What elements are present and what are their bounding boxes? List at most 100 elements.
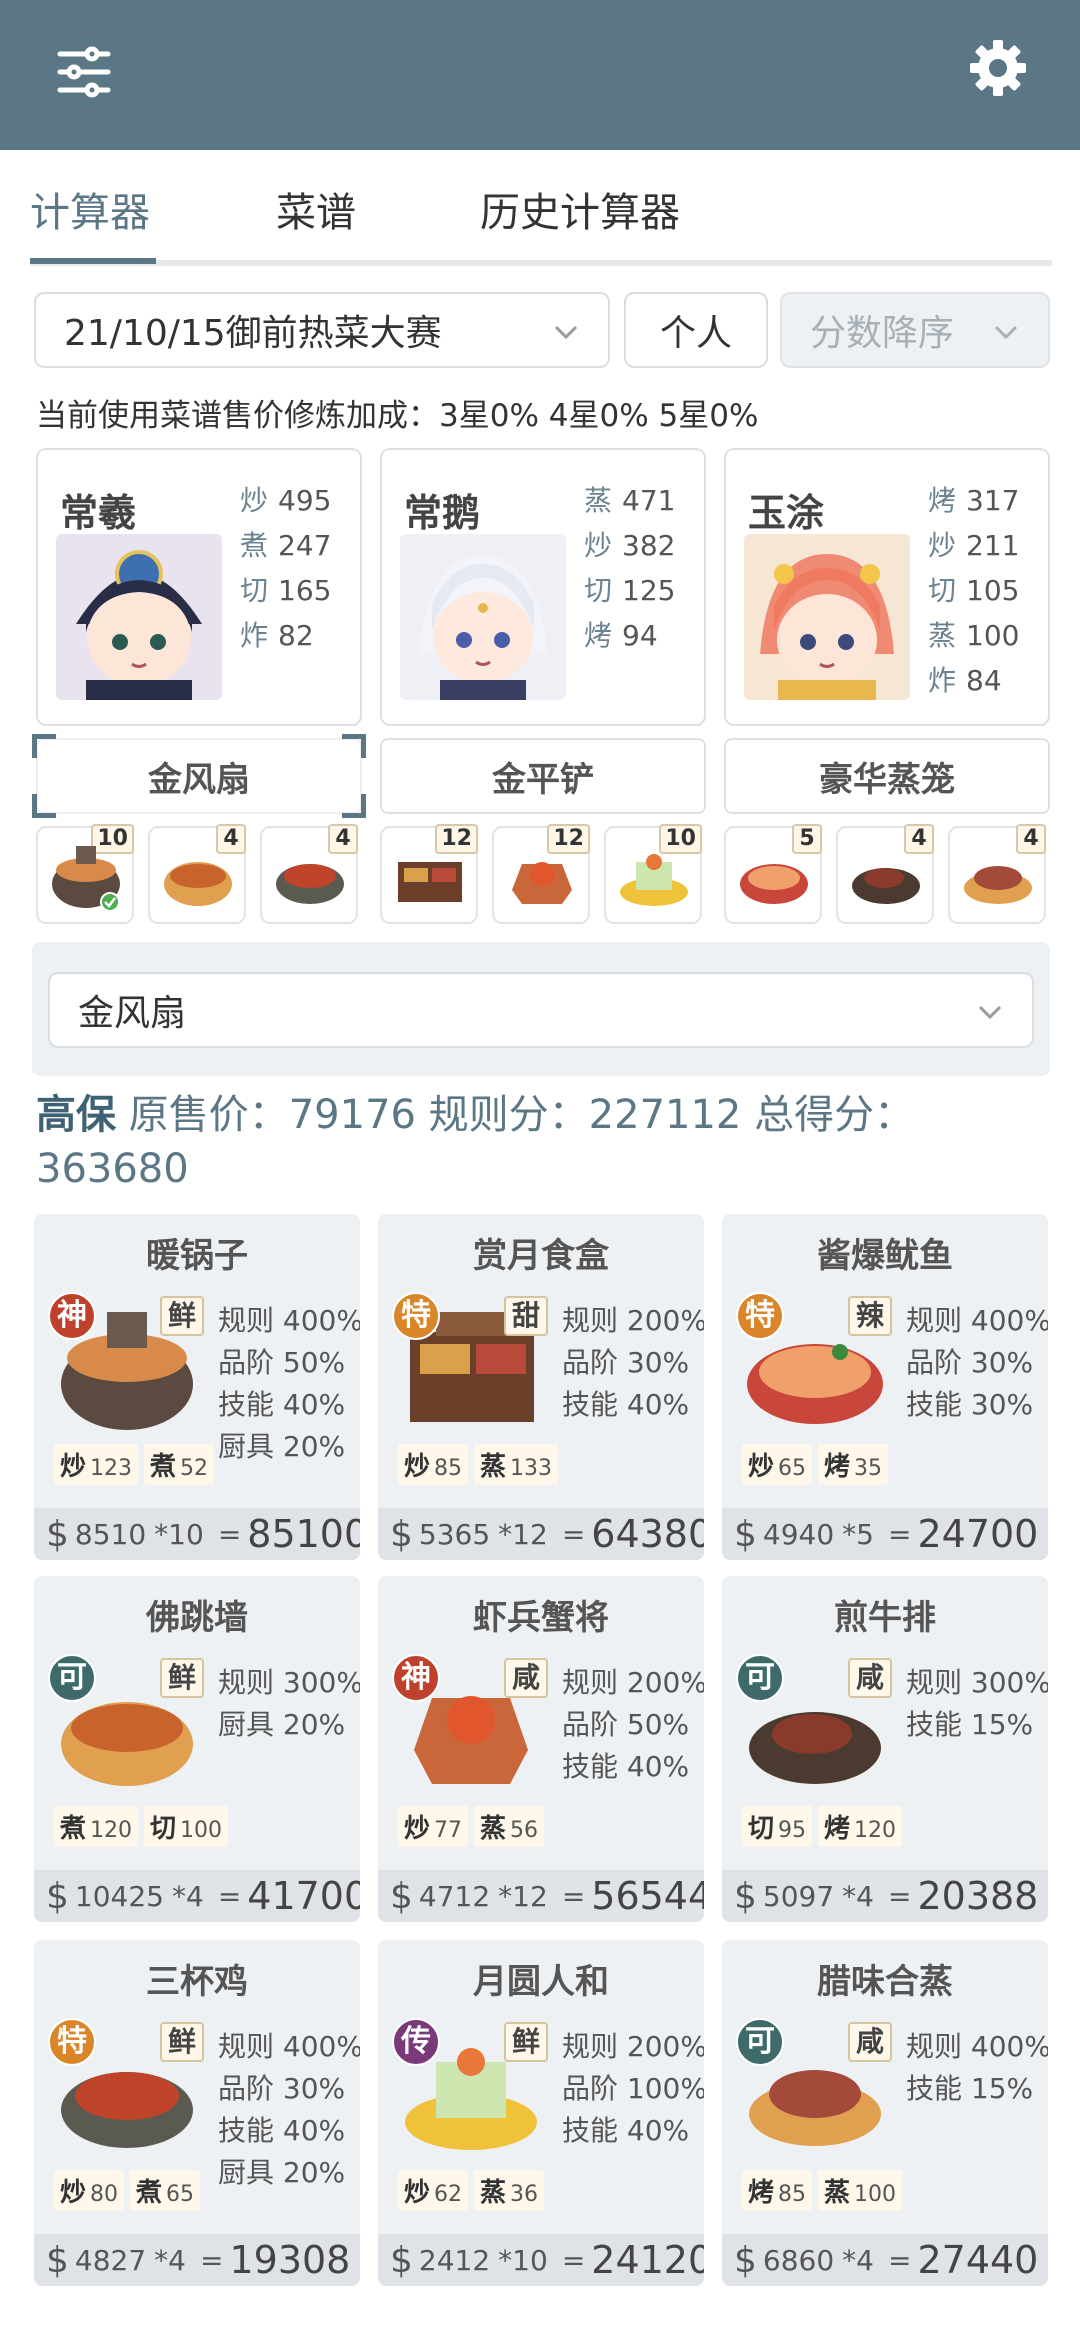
quantity-multiplier: *10 — [498, 2243, 548, 2277]
dish-modifier: 厨具 20% — [218, 2156, 346, 2189]
dish-skills: 烤 85 蒸 100 — [742, 2170, 903, 2211]
dish-card[interactable]: 虾兵蟹将神 咸规则 200% 品阶 50% 技能 40% 炒 77 蒸 56 $4712 *12 =… — [378, 1576, 704, 1922]
dish-modifier: 规则 200% — [562, 1666, 704, 1699]
unit-price: 6860 — [762, 2243, 835, 2277]
dish-modifier: 规则 200% — [562, 2030, 704, 2063]
dish-modifiers: 规则 300% 技能 15% — [906, 1662, 1048, 1746]
chef-name: 常羲 — [60, 491, 137, 535]
dish-card[interactable]: 赏月食盒特甜规则 200% 品阶 30% 技能 40% 炒 85 蒸 133 $5365 *12… — [378, 1214, 704, 1560]
rarity-badge: 神 — [48, 1292, 96, 1340]
filter-settings-icon[interactable] — [52, 40, 116, 104]
dish-card[interactable]: 煎牛排可 咸规则 300% 技能 15% 切 95 烤 120 $5097 *4 = 20388 — [722, 1576, 1048, 1922]
flavor-tag: 鲜 — [160, 2022, 204, 2062]
dish-total: 24700 — [917, 1512, 1039, 1556]
contest-select[interactable]: 21/10/15御前热菜大赛 — [34, 292, 610, 368]
rarity-badge: 特 — [736, 1292, 784, 1340]
dish-thumb[interactable]: 4 — [260, 824, 358, 924]
dish-skill-requirement: 炒 62 — [398, 2170, 469, 2211]
equals-sign: = — [561, 2243, 586, 2277]
rarity-badge: 可 — [736, 1654, 784, 1702]
dish-thumb[interactable]: 10 — [36, 824, 134, 924]
dish-card[interactable]: 酱爆鱿鱼特 辣规则 400% 品阶 30% 技能 30% 炒 65 烤 35 $4940 *5 = 2… — [722, 1214, 1048, 1560]
price-row: $4712 *12 = 56544 — [378, 1870, 704, 1922]
tab-calculator[interactable]: 计算器 — [30, 180, 150, 238]
dish-modifier: 品阶 30% — [906, 1346, 1034, 1379]
dish-modifier: 技能 15% — [906, 2072, 1034, 2105]
dish-thumb[interactable]: 4 — [836, 824, 934, 924]
flavor-tag: 鲜 — [504, 2022, 548, 2062]
selection-corner — [342, 794, 366, 818]
chef-stats: 烤 317 炒 211 切 105 蒸 100 炸 84 — [928, 484, 1020, 697]
equipment-button[interactable]: 豪华蒸笼 — [724, 738, 1050, 814]
dish-card[interactable]: 暖锅子神鲜规则 400% 品阶 50% 技能 40% 厨具 20% 炒 123 煮 52 $85… — [34, 1214, 360, 1560]
steak-dish-icon — [852, 868, 920, 904]
dish-card[interactable]: 佛跳墙可 鲜规则 300% 厨具 20% 煮 120 切 100 $10425 *4 = 41700 — [34, 1576, 360, 1922]
dish-modifier: 规则 400% — [218, 1304, 360, 1337]
dish-modifier: 技能 15% — [906, 1708, 1034, 1741]
dish-skill-requirement: 烤 85 — [742, 2170, 813, 2211]
currency-icon: $ — [734, 1513, 757, 1555]
dish-card[interactable]: 三杯鸡特 鲜规则 400% 品阶 30% 技能 40% 厨具 20% 炒 80 煮 65 $482… — [34, 1940, 360, 2286]
dish-name: 赏月食盒 — [473, 1236, 609, 1276]
price-row: $5097 *4 = 20388 — [722, 1870, 1048, 1922]
dish-name: 腊味合蒸 — [817, 1962, 953, 2002]
buddha-jumps-dish-icon — [164, 862, 232, 906]
dish-thumb[interactable]: 4 — [948, 824, 1046, 924]
dish-thumb[interactable]: 10 — [604, 824, 702, 924]
flavor-tag: 甜 — [504, 1296, 548, 1336]
currency-icon: $ — [390, 2239, 413, 2281]
chef-name: 玉涂 — [748, 491, 825, 535]
dish-skill-requirement: 煮 120 — [54, 1806, 139, 1847]
dish-thumb[interactable]: 5 — [724, 824, 822, 924]
unit-price: 10425 — [74, 1879, 164, 1913]
chef-portrait — [744, 534, 910, 700]
flavor-tag: 咸 — [504, 1658, 548, 1698]
rarity-badge: 传 — [392, 2018, 440, 2066]
dish-modifier: 规则 400% — [906, 2030, 1048, 2063]
equals-sign: = — [217, 1517, 242, 1551]
chef-card[interactable]: 玉涂 烤 317 炒 211 切 105 蒸 100 炸 84 — [724, 448, 1050, 726]
summary-label: 高保 — [36, 1092, 116, 1138]
flavor-tag: 咸 — [848, 1658, 892, 1698]
tab-recipes[interactable]: 菜谱 — [276, 180, 356, 238]
dish-name: 煎牛排 — [834, 1598, 936, 1638]
dish-skill-requirement: 蒸 56 — [474, 1806, 545, 1847]
dish-modifier: 规则 200% — [562, 1304, 704, 1337]
sort-select[interactable]: 分数降序 — [780, 292, 1050, 368]
dish-thumb[interactable]: 12 — [492, 824, 590, 924]
mooncake-box-dish-icon — [398, 862, 462, 902]
dish-card[interactable]: 月圆人和传 鲜规则 200% 品阶 100% 技能 40% 炒 62 蒸 36 $2412 *10… — [378, 1940, 704, 2286]
currency-icon: $ — [46, 1875, 69, 1917]
chef-card[interactable]: 常鹅 蒸 471 炒 382 切 125 烤 94 — [380, 448, 706, 726]
price-row: $2412 *10 = 24120 — [378, 2234, 704, 2286]
dish-total: 41700 — [247, 1874, 360, 1918]
dish-name: 月圆人和 — [473, 1962, 609, 2002]
dish-modifier: 技能 40% — [218, 2114, 346, 2147]
tab-history-calculator[interactable]: 历史计算器 — [480, 180, 680, 238]
dish-modifier: 规则 400% — [906, 1304, 1048, 1337]
dish-name: 佛跳墙 — [146, 1598, 248, 1638]
equals-sign: = — [561, 1879, 586, 1913]
equipment-button[interactable]: 金平铲 — [380, 738, 706, 814]
dish-skills: 炒 123 煮 52 — [54, 1444, 215, 1485]
dish-modifiers: 规则 300% 厨具 20% — [218, 1662, 360, 1746]
dish-skill-requirement: 炒 123 — [54, 1444, 139, 1485]
dish-thumb[interactable]: 12 — [380, 824, 478, 924]
dish-modifier: 品阶 50% — [218, 1346, 346, 1379]
dish-skill-requirement: 烤 120 — [818, 1806, 903, 1847]
dish-modifier: 规则 300% — [906, 1666, 1048, 1699]
mode-button[interactable]: 个人 — [624, 292, 768, 368]
dish-skill-requirement: 切 100 — [144, 1806, 229, 1847]
dish-total: 24120 — [591, 2238, 704, 2282]
cured-meat-dish-icon — [964, 866, 1032, 904]
currency-icon: $ — [390, 1875, 413, 1917]
equipment-button[interactable]: 金风扇 — [32, 734, 366, 818]
summary-text: 原售价：79176 规则分：227112 总得分：363680 — [36, 1092, 915, 1192]
settings-gear-icon[interactable] — [966, 36, 1030, 100]
chef-portrait — [56, 534, 222, 700]
dish-modifier: 技能 40% — [218, 1388, 346, 1421]
dish-card[interactable]: 腊味合蒸可 咸规则 400% 技能 15% 烤 85 蒸 100 $6860 *4 = 27440 — [722, 1940, 1048, 2286]
dish-thumb[interactable]: 4 — [148, 824, 246, 924]
chef-card[interactable]: 常羲 炒 495 煮 247 切 165 炸 82 — [36, 448, 362, 726]
equipment-filter-select[interactable]: 金风扇 — [48, 972, 1034, 1048]
